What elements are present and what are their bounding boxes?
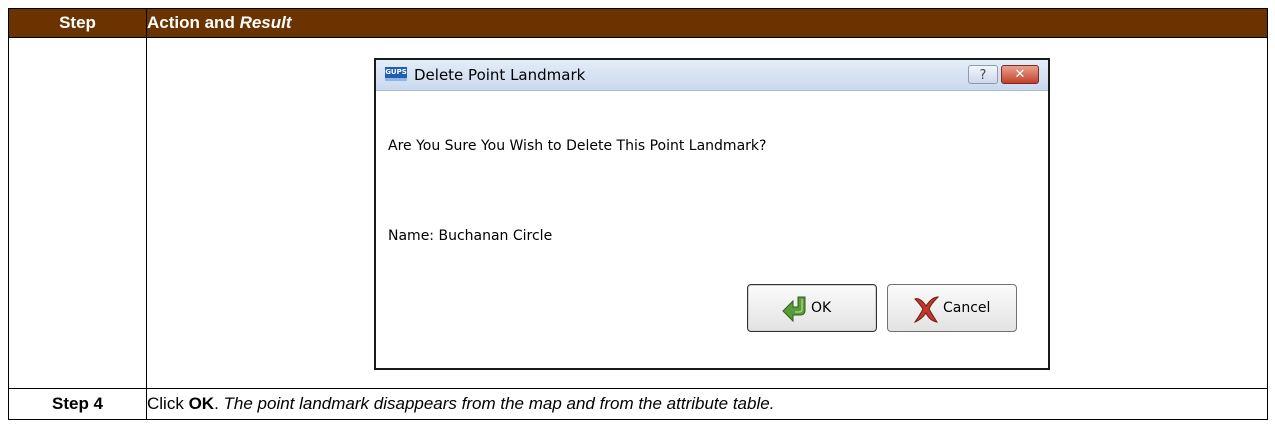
instruction-table: Step Action and Result GUPS Delete Point… xyxy=(8,8,1268,420)
action-header-italic: Result xyxy=(239,13,292,32)
ok-button[interactable]: OK xyxy=(747,284,877,332)
step-text-result: The point landmark disappears from the m… xyxy=(223,394,775,413)
cancel-button[interactable]: Cancel xyxy=(887,284,1017,332)
empty-step-cell xyxy=(8,37,147,389)
dialog-body: Are You Sure You Wish to Delete This Poi… xyxy=(376,91,1048,368)
red-x-icon xyxy=(913,296,940,323)
dialog-title: Delete Point Landmark xyxy=(414,66,586,84)
action-header-plain: Action and xyxy=(147,13,240,32)
step-text-period: . xyxy=(214,394,224,413)
close-button[interactable]: ✕ xyxy=(1001,65,1039,84)
screenshot-row: GUPS Delete Point Landmark ? ✕ Are You S… xyxy=(8,37,1268,389)
step-text-prefix: Click xyxy=(147,394,189,413)
step-text-bold: OK xyxy=(188,394,215,413)
landmark-name: Name: Buchanan Circle xyxy=(388,228,553,244)
header-row: Step Action and Result xyxy=(8,8,1268,38)
confirmation-message: Are You Sure You Wish to Delete This Poi… xyxy=(388,138,767,154)
step-4-label: Step 4 xyxy=(8,388,147,420)
help-button[interactable]: ? xyxy=(968,65,998,84)
green-arrow-icon xyxy=(782,296,806,323)
gups-app-icon: GUPS xyxy=(385,67,407,81)
step-4-instruction: Click OK. The point landmark disappears … xyxy=(146,388,1268,420)
action-column-header: Action and Result xyxy=(146,8,1268,38)
ok-label: OK xyxy=(811,300,832,316)
step-4-row: Step 4 Click OK. The point landmark disa… xyxy=(8,388,1268,420)
cancel-label: Cancel xyxy=(943,300,991,316)
dialog-titlebar[interactable]: GUPS Delete Point Landmark ? ✕ xyxy=(376,60,1048,91)
delete-point-landmark-dialog: GUPS Delete Point Landmark ? ✕ Are You S… xyxy=(374,58,1050,370)
step-column-header: Step xyxy=(8,8,147,38)
screenshot-cell: GUPS Delete Point Landmark ? ✕ Are You S… xyxy=(146,37,1268,389)
